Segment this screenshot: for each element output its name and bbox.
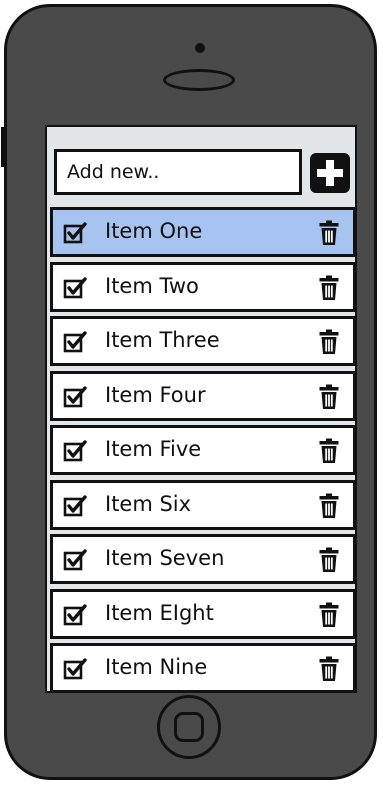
list-item[interactable]: Item Three: [50, 316, 355, 366]
checkbox-checked-icon[interactable]: [63, 548, 87, 572]
list-item[interactable]: Item One: [50, 207, 355, 257]
app-screen: Item One Item Two Item Three Item Four Item …: [45, 125, 357, 693]
checkbox-checked-icon[interactable]: [63, 330, 87, 354]
home-square-icon: [174, 712, 204, 742]
trash-icon[interactable]: [319, 547, 339, 573]
trash-icon[interactable]: [319, 656, 339, 682]
checkbox-checked-icon[interactable]: [63, 276, 87, 300]
list-item-label: Item Four: [105, 382, 206, 407]
trash-icon[interactable]: [319, 493, 339, 519]
checkbox-checked-icon[interactable]: [63, 494, 87, 518]
camera-dot: [195, 43, 205, 53]
trash-icon[interactable]: [319, 384, 339, 410]
list-item-label: Item Three: [105, 328, 220, 352]
checkbox-checked-icon[interactable]: [63, 603, 87, 627]
add-item-button[interactable]: [310, 153, 350, 193]
home-button[interactable]: [157, 695, 221, 759]
list-item-label: Item Seven: [105, 546, 225, 570]
list-item[interactable]: Item EIght: [50, 588, 355, 639]
list-item-label: Item One: [105, 219, 203, 243]
checkbox-checked-icon[interactable]: [63, 221, 87, 245]
phone-frame: Item One Item Two Item Three Item Four Item …: [1, 4, 377, 780]
list-item-label: Item Two: [105, 273, 199, 298]
list-item[interactable]: Item Six: [50, 479, 355, 530]
list-item[interactable]: Item Seven: [50, 534, 355, 584]
trash-icon[interactable]: [319, 220, 339, 246]
side-button: [1, 127, 5, 167]
checkbox-checked-icon[interactable]: [63, 385, 87, 409]
list-item[interactable]: Item Four: [50, 370, 355, 421]
trash-icon[interactable]: [319, 602, 339, 628]
list-item-label: Item EIght: [105, 600, 214, 625]
checkbox-checked-icon[interactable]: [63, 657, 87, 681]
list-item[interactable]: Item Five: [50, 425, 355, 475]
list-item[interactable]: Item Two: [50, 261, 355, 312]
list-item-label: Item Five: [105, 437, 202, 461]
list-item-label: Item Nine: [105, 655, 208, 679]
trash-icon[interactable]: [319, 329, 339, 355]
add-new-input[interactable]: [54, 149, 302, 195]
list-item[interactable]: Item Nine: [50, 643, 355, 691]
add-item-row: [54, 149, 352, 197]
trash-icon[interactable]: [319, 438, 339, 464]
trash-icon[interactable]: [319, 275, 339, 301]
speaker-slot: [163, 69, 235, 91]
todo-list: Item One Item Two Item Three Item Four Item …: [50, 207, 355, 691]
plus-icon: [317, 160, 343, 186]
checkbox-checked-icon[interactable]: [63, 439, 87, 463]
list-item-label: Item Six: [105, 491, 192, 516]
